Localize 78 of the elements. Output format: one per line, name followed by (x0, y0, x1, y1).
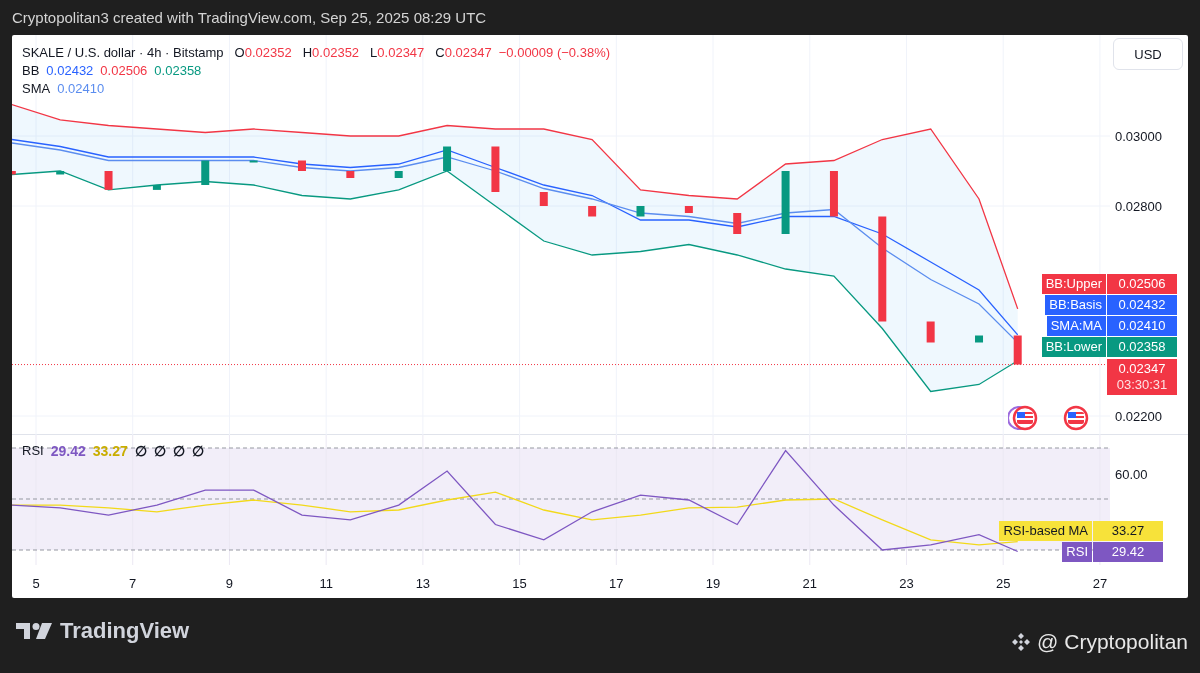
candlestick (443, 146, 452, 171)
indicator-value: 0.02410 (57, 81, 105, 96)
indicator-value: 0.02358 (154, 63, 202, 78)
indicator-price-tag: 0.02410 (1107, 316, 1177, 336)
candlestick (539, 192, 548, 206)
ohlc-value: L0.02347 (370, 45, 425, 60)
countdown: 03:30:31 (1116, 377, 1168, 393)
candlestick (12, 171, 16, 175)
credit-text: @ Cryptopolitan (1037, 629, 1188, 654)
flag-event-icon[interactable] (1008, 405, 1038, 431)
time-axis-label: 21 (802, 576, 817, 591)
indicator-price-tag: 0.02358 (1107, 337, 1177, 357)
indicator-value: 0.02506 (100, 63, 148, 78)
indicator-name: RSI (22, 443, 44, 459)
indicator-value: 33.27 (92, 443, 128, 459)
indicator-value: ∅ (172, 443, 185, 459)
indicator-name: SMA (22, 81, 51, 96)
candlestick (926, 321, 935, 343)
indicator-value: ∅ (191, 443, 204, 459)
indicator-price-tag: 0.02506 (1107, 274, 1177, 294)
last-price: 0.02347 (1118, 361, 1166, 377)
time-axis-label: 15 (512, 576, 527, 591)
indicator-tag: BB:Upper (1041, 274, 1106, 294)
time-axis-label: 27 (1092, 576, 1108, 591)
candlestick (588, 206, 597, 217)
candlestick (298, 160, 306, 171)
candlestick (56, 171, 65, 175)
price-axis-label: 0.03000 (1115, 129, 1162, 144)
candlestick (152, 185, 161, 190)
rsi-axis-label: 60.00 (1115, 466, 1148, 482)
indicator-tag: RSI-based MA (999, 521, 1092, 541)
candlestick (104, 171, 113, 190)
ohlc-value: C0.02347 (435, 45, 492, 60)
flag-event-icon[interactable] (1063, 405, 1089, 431)
price-axis-label: 0.02800 (1115, 199, 1162, 214)
snapshot-caption: Cryptopolitan3 created with TradingView.com, Sep 25, 2025 08:29 UTC (12, 9, 487, 26)
candlestick (1013, 335, 1022, 365)
ohlc-value: H0.02352 (302, 45, 360, 60)
logo-text: TradingView (60, 617, 190, 644)
time-axis-label: 25 (995, 576, 1011, 591)
candlestick (491, 146, 500, 192)
indicator-name: BB (22, 63, 40, 78)
candlestick (684, 206, 693, 213)
currency-button[interactable]: USD (1113, 38, 1183, 70)
logo-icon (16, 622, 54, 639)
indicator-value: ∅ (153, 443, 166, 459)
candlestick (781, 171, 790, 234)
candlestick (346, 171, 355, 178)
indicator-tag: BB:Lower (1041, 337, 1106, 357)
candlestick (975, 335, 983, 343)
price-change: −0.00009 (−0.38%) (498, 45, 611, 60)
candlestick (249, 160, 258, 163)
indicator-tag: RSI (1062, 542, 1092, 562)
time-axis-label: 7 (129, 576, 137, 591)
time-axis-label: 11 (319, 576, 333, 591)
indicator-value: 0.02432 (46, 63, 94, 78)
candlestick (636, 206, 645, 217)
time-axis-label: 19 (705, 576, 721, 591)
time-axis-label: 23 (899, 576, 914, 591)
indicator-value-tag: 33.27 (1093, 521, 1163, 541)
time-axis-label: 9 (225, 576, 234, 591)
symbol-title: SKALE / U.S. dollar · 4h · Bitstamp (22, 45, 224, 60)
candlestick (394, 171, 403, 178)
indicator-value: 29.42 (50, 443, 86, 459)
price-axis-label: 0.02200 (1115, 409, 1162, 424)
time-axis-label: 5 (32, 576, 40, 591)
indicator-tag: BB:Basis (1045, 295, 1106, 315)
indicator-value: ∅ (134, 443, 147, 459)
ohlc-value: O0.02352 (234, 45, 292, 60)
diamond-icon (1011, 631, 1032, 652)
indicator-tag: SMA:MA (1046, 316, 1106, 336)
indicator-price-tag: 0.02432 (1107, 295, 1177, 315)
time-axis-label: 13 (415, 576, 431, 591)
candlestick (733, 213, 742, 234)
indicator-value-tag: 29.42 (1093, 542, 1163, 562)
time-axis-label: 17 (609, 576, 624, 591)
candlestick (201, 160, 210, 185)
candlestick (829, 171, 838, 217)
